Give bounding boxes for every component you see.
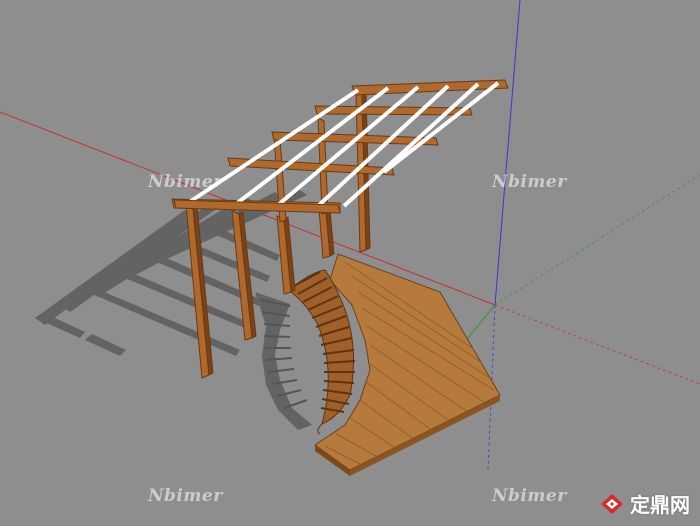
watermark-4: Nbimer — [492, 486, 567, 506]
3d-scene[interactable] — [0, 0, 700, 526]
brand-logo: 定鼎网 — [600, 489, 690, 518]
watermark-2: Nbimer — [492, 172, 567, 192]
watermark-4-text: Nbimer — [492, 486, 567, 506]
watermark-1-text: Nbimer — [148, 172, 223, 192]
diamond-logo-icon — [601, 493, 623, 514]
watermark-3-text: Nbimer — [148, 486, 223, 506]
sketchup-viewport[interactable]: Nbimer Nbimer Nbimer Nbimer 定鼎网 — [0, 0, 700, 526]
watermark-1: Nbimer — [148, 172, 223, 192]
watermark-3: Nbimer — [148, 486, 223, 506]
watermark-2-text: Nbimer — [492, 172, 567, 192]
brand-name: 定鼎网 — [630, 493, 690, 517]
